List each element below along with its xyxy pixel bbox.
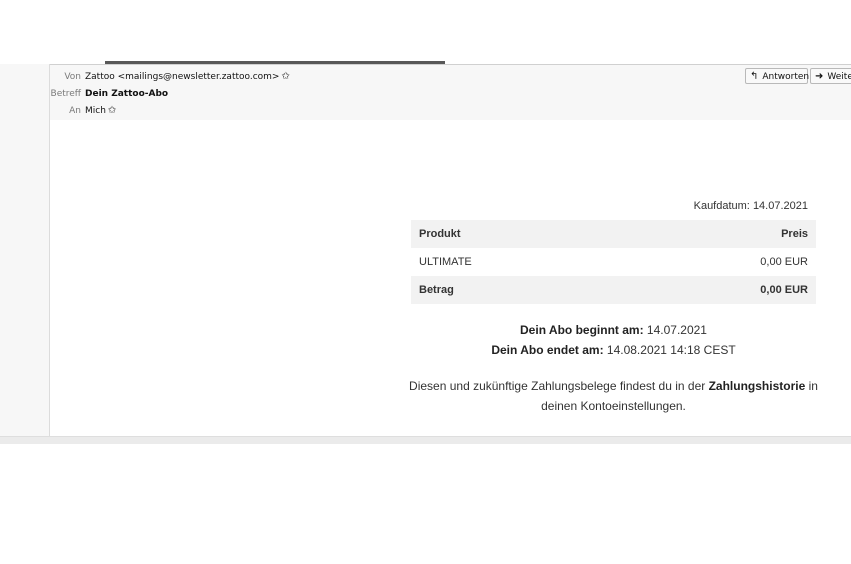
- message-list-strip: [0, 0, 851, 64]
- column-header-price: Preis: [781, 228, 808, 240]
- note-text-before: Diesen und zukünftige Zahlungsbelege fin…: [409, 379, 706, 393]
- subscription-end: Dein Abo endet am: 14.08.2021 14:18 CEST: [411, 340, 816, 360]
- table-header-row: Produkt Preis: [411, 220, 816, 248]
- from-address[interactable]: Zattoo <mailings@newsletter.zattoo.com>: [85, 72, 279, 82]
- column-header-product: Produkt: [419, 228, 461, 240]
- table-total-row: Betrag 0,00 EUR: [411, 276, 816, 304]
- payment-history-link[interactable]: Zahlungshistorie: [709, 379, 806, 393]
- from-label: Von: [64, 72, 81, 82]
- folder-pane: [0, 64, 50, 436]
- to-value[interactable]: Mich: [85, 106, 106, 116]
- to-label: An: [69, 106, 81, 116]
- subscription-start-label: Dein Abo beginnt am:: [520, 323, 644, 337]
- message-body: Kaufdatum: 14.07.2021 Produkt Preis ULTI…: [50, 120, 851, 436]
- note-line-2: deinen Kontoeinstellungen.: [541, 399, 686, 413]
- reply-button[interactable]: ↰ Antworten: [745, 68, 810, 84]
- reply-button-label: Antworten: [762, 72, 810, 82]
- payment-history-note: Diesen und zukünftige Zahlungsbelege fin…: [409, 376, 818, 416]
- forward-button-label: Weite: [827, 72, 851, 82]
- from-row: Von Zattoo <mailings@newsletter.zattoo.co…: [50, 70, 290, 84]
- note-line-1: Diesen und zukünftige Zahlungsbelege fin…: [409, 376, 818, 396]
- product-name: ULTIMATE: [419, 256, 472, 268]
- to-row: An Mich ✩: [50, 104, 116, 118]
- subscription-end-label: Dein Abo endet am:: [491, 343, 604, 357]
- total-value: 0,00 EUR: [760, 284, 808, 296]
- subscription-start: Dein Abo beginnt am: 14.07.2021: [411, 320, 816, 340]
- subject-row: Betreff Dein Zattoo-Abo: [42, 87, 169, 101]
- reply-icon: ↰: [750, 71, 759, 82]
- purchase-date-label: Kaufdatum:: [693, 200, 750, 212]
- subscription-end-value: 14.08.2021 14:18 CEST: [606, 343, 736, 357]
- total-label: Betrag: [419, 284, 454, 296]
- table-row: ULTIMATE 0,00 EUR: [411, 248, 816, 276]
- note-text-after: in: [808, 379, 818, 393]
- forward-button[interactable]: ➜ Weite: [810, 68, 851, 84]
- receipt-table: Produkt Preis ULTIMATE 0,00 EUR Betrag 0…: [411, 220, 816, 304]
- subject-value: Dein Zattoo-Abo: [85, 89, 169, 99]
- purchase-date: Kaufdatum: 14.07.2021: [694, 200, 808, 212]
- subject-label: Betreff: [50, 89, 81, 99]
- product-price: 0,00 EUR: [760, 256, 808, 268]
- subscription-start-value: 14.07.2021: [646, 323, 707, 337]
- purchase-date-value: 14.07.2021: [752, 200, 808, 212]
- message-header: Von Zattoo <mailings@newsletter.zattoo.co…: [50, 64, 851, 121]
- subscription-period: Dein Abo beginnt am: 14.07.2021 Dein Abo…: [411, 320, 816, 360]
- star-icon[interactable]: ✩: [281, 71, 289, 82]
- star-icon[interactable]: ✩: [108, 105, 116, 116]
- pane-bottom-border: [0, 436, 851, 444]
- forward-arrow-icon: ➜: [815, 71, 824, 82]
